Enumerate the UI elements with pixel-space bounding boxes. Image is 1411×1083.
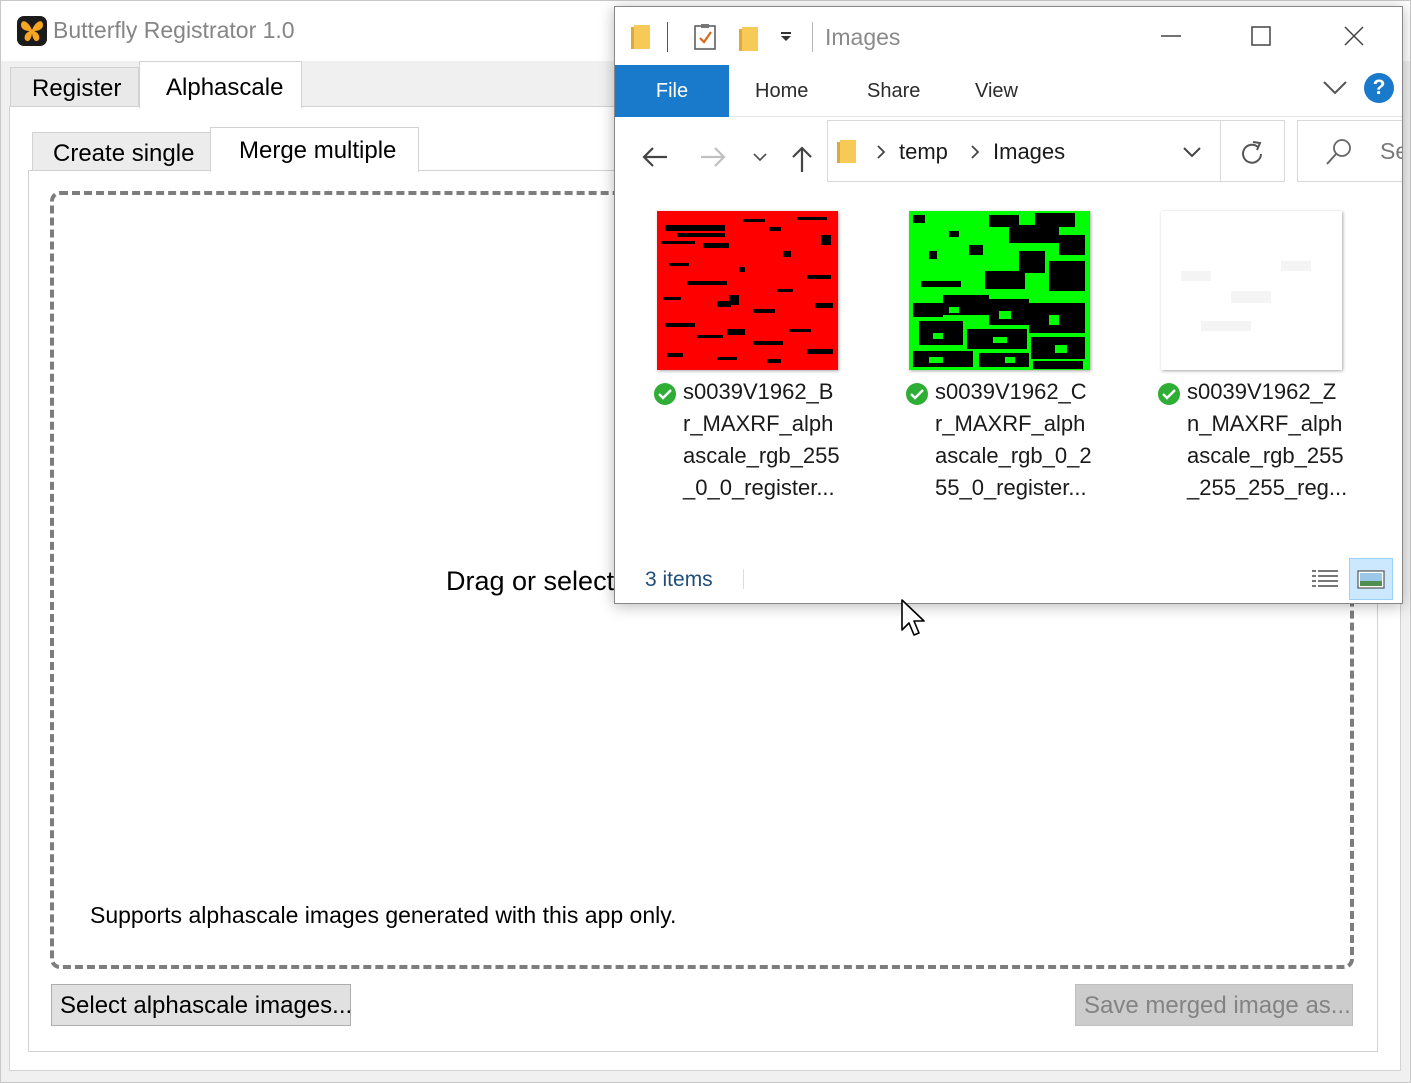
sync-status-check-icon xyxy=(1158,383,1180,405)
maximize-button[interactable] xyxy=(1215,7,1307,65)
refresh-icon xyxy=(1242,141,1262,164)
tab-alphascale[interactable]: Alphascale xyxy=(139,61,302,108)
large-icons-view-icon xyxy=(1357,570,1385,589)
ribbon-tab-home[interactable]: Home xyxy=(755,65,808,117)
ribbon-tab-file[interactable]: File xyxy=(615,65,729,117)
file-explorer-window: Images File Home Share View ? temp Image… xyxy=(614,6,1403,604)
breadcrumb-temp[interactable]: temp xyxy=(899,139,948,165)
address-bar[interactable]: temp Images xyxy=(827,120,1221,182)
status-bar: 3 items xyxy=(615,555,1402,603)
butterfly-app-icon xyxy=(17,16,47,46)
minimize-button[interactable] xyxy=(1125,7,1217,65)
large-icons-view-button[interactable] xyxy=(1349,558,1393,600)
refresh-button[interactable] xyxy=(1221,120,1285,182)
mouse-cursor-icon xyxy=(901,599,925,636)
folder-icon xyxy=(837,140,856,163)
sync-status-check-icon xyxy=(906,383,928,405)
subtab-merge-multiple[interactable]: Merge multiple xyxy=(210,127,419,172)
app-title: Butterfly Registrator 1.0 xyxy=(53,17,295,43)
file-list: s0039V1962_B r_MAXRF_alph ascale_rgb_255… xyxy=(615,193,1402,543)
details-view-icon[interactable] xyxy=(1311,567,1339,591)
search-box[interactable]: Se xyxy=(1297,120,1402,182)
toolbar-separator xyxy=(667,22,668,52)
breadcrumb-separator-icon[interactable] xyxy=(876,144,886,160)
file-name: s0039V1962_C r_MAXRF_alph ascale_rgb_0_2… xyxy=(935,379,1092,500)
file-thumbnail-red xyxy=(657,211,838,370)
search-placeholder: Se xyxy=(1380,138,1402,164)
ribbon-tab-bar: File Home Share View ? xyxy=(615,65,1402,117)
back-arrow-icon[interactable] xyxy=(641,145,669,169)
folder-icon xyxy=(631,25,650,49)
close-button[interactable] xyxy=(1307,7,1399,65)
properties-icon[interactable] xyxy=(693,23,717,51)
ribbon-tab-view[interactable]: View xyxy=(975,65,1018,117)
navigation-bar: temp Images Se xyxy=(615,117,1402,193)
address-history-chevron-icon[interactable] xyxy=(1182,145,1202,159)
subtab-create-single[interactable]: Create single xyxy=(32,132,211,171)
file-thumbnail-white xyxy=(1161,211,1342,370)
file-item[interactable]: s0039V1962_C r_MAXRF_alph ascale_rgb_0_2… xyxy=(905,211,1145,521)
file-name: s0039V1962_B r_MAXRF_alph ascale_rgb_255… xyxy=(683,379,840,500)
file-name: s0039V1962_Z n_MAXRF_alph ascale_rgb_255… xyxy=(1187,379,1348,500)
forward-arrow-icon[interactable] xyxy=(699,145,727,169)
close-icon xyxy=(1344,26,1364,46)
minimize-icon xyxy=(1161,35,1181,37)
breadcrumb-images[interactable]: Images xyxy=(993,139,1065,165)
file-item[interactable]: s0039V1962_B r_MAXRF_alph ascale_rgb_255… xyxy=(653,211,893,521)
customize-dropdown-icon[interactable] xyxy=(779,31,793,43)
explorer-titlebar[interactable]: Images xyxy=(615,7,1402,67)
drop-zone-text: Drag or select xyxy=(446,566,615,596)
up-arrow-icon[interactable] xyxy=(791,145,813,173)
file-thumbnail-green xyxy=(909,211,1090,370)
recent-locations-chevron-icon[interactable] xyxy=(753,152,767,162)
select-alphascale-images-button[interactable]: Select alphascale images... xyxy=(51,984,352,1026)
breadcrumb-separator-icon[interactable] xyxy=(970,144,980,160)
help-icon[interactable]: ? xyxy=(1364,73,1394,103)
status-separator xyxy=(743,569,744,589)
ribbon-tab-share[interactable]: Share xyxy=(867,65,920,117)
item-count: 3 items xyxy=(645,568,713,591)
new-folder-icon[interactable] xyxy=(737,25,761,53)
toolbar-separator xyxy=(812,22,813,52)
explorer-title: Images xyxy=(825,24,901,50)
tab-register[interactable]: Register xyxy=(10,67,139,107)
support-note: Supports alphascale images generated wit… xyxy=(90,902,677,928)
search-icon xyxy=(1326,139,1351,165)
sync-status-check-icon xyxy=(654,383,676,405)
chevron-down-icon[interactable] xyxy=(1322,77,1348,97)
file-item[interactable]: s0039V1962_Z n_MAXRF_alph ascale_rgb_255… xyxy=(1157,211,1397,521)
save-merged-image-button[interactable]: Save merged image as... xyxy=(1075,984,1353,1026)
maximize-icon xyxy=(1251,26,1271,46)
